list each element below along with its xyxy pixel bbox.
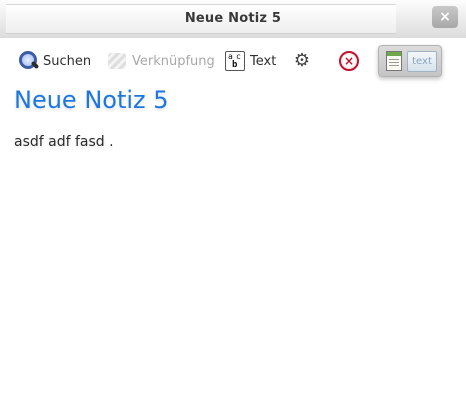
link-icon <box>106 50 128 72</box>
search-button[interactable]: Suchen <box>17 50 91 72</box>
window-title: Neue Notiz 5 <box>184 11 282 26</box>
search-label: Suchen <box>43 53 92 69</box>
view-mode-toggle[interactable]: text <box>378 45 442 77</box>
text-format-button[interactable]: a c b Text <box>224 50 276 72</box>
note-body[interactable]: asdf adf fasd . <box>14 134 114 150</box>
text-format-icon: a c b <box>224 50 246 72</box>
note-icon <box>386 51 402 71</box>
text-format-label: Text <box>250 53 277 69</box>
title-bar[interactable]: Neue Notiz 5 × <box>0 0 466 38</box>
note-window: Neue Notiz 5 × Suchen Verknüpfung a c b <box>0 0 466 407</box>
text-mode-label: text <box>407 51 437 72</box>
link-label: Verknüpfung <box>132 53 215 69</box>
stop-icon: × <box>338 50 360 72</box>
note-title[interactable]: Neue Notiz 5 <box>14 86 169 114</box>
search-icon <box>17 50 40 72</box>
delete-note-button[interactable]: × <box>338 50 364 72</box>
close-window-button[interactable]: × <box>432 6 458 28</box>
settings-button[interactable]: ⚙ <box>291 50 317 72</box>
gear-icon: ⚙ <box>293 50 311 71</box>
link-button[interactable]: Verknüpfung <box>106 50 215 72</box>
